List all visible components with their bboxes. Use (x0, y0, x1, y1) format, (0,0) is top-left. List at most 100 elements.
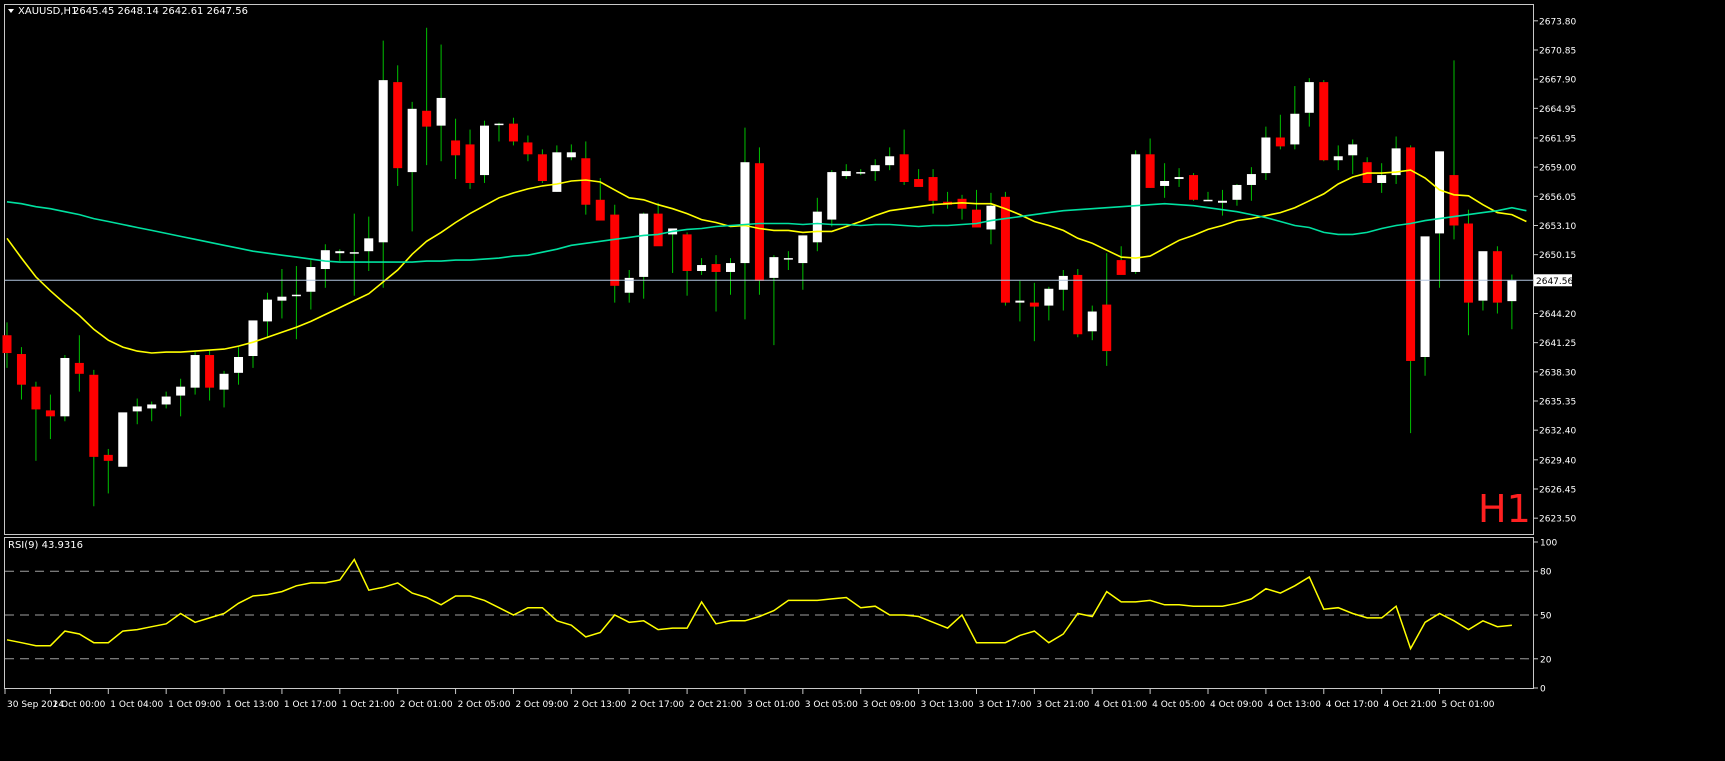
candle-body-bear (1275, 137, 1285, 147)
candle-body-bull (1348, 144, 1358, 156)
candle-body-bull (1478, 251, 1488, 301)
candle-body-bull (1246, 174, 1256, 185)
candle-body-bull (190, 355, 200, 388)
candle-body-bull (118, 412, 128, 467)
chart-window[interactable]: 2673.80 2670.85 2667.90 2664.95 2661.95 2659.… (0, 0, 1725, 757)
time-tick-label: 4 Oct 01:00 (1094, 700, 1147, 710)
time-tick-label: 2 Oct 21:00 (689, 700, 742, 710)
candle-body-bull (480, 125, 490, 176)
candle-body-bull (234, 357, 244, 373)
rsi-tick-label: 80 (1540, 568, 1552, 578)
price-tick-label: 2629.40 (1539, 456, 1576, 466)
price-tick-label: 2664.95 (1539, 105, 1576, 115)
price-tick-label: 2650.15 (1539, 251, 1576, 261)
rsi-label: RSI(9) 43.9316 (8, 540, 83, 551)
price-tick-label: 2635.35 (1539, 398, 1576, 408)
candle-body-bear (754, 163, 764, 281)
candle-body-bull (147, 404, 157, 409)
main-chart-frame (4, 4, 1534, 535)
chart-canvas[interactable]: 2673.80 2670.85 2667.90 2664.95 2661.95 2659.… (0, 0, 1725, 757)
candle-body-bull (697, 265, 707, 271)
candle-body-bull (262, 299, 272, 322)
candle-body-bull (870, 165, 880, 172)
price-tick-label: 2644.20 (1539, 310, 1576, 320)
time-tick-label: 3 Oct 13:00 (921, 700, 974, 710)
candle-body-bear (103, 454, 113, 461)
candle-body-bull (639, 213, 649, 277)
time-tick-label: 1 Oct 04:00 (110, 700, 163, 710)
symbol-label: XAUUSD,H1 (18, 6, 77, 17)
candle-body-bear (610, 214, 620, 286)
candle-body-bear (1073, 274, 1083, 335)
ma-slow-line (6, 201, 1527, 263)
candle-body-bull (1420, 236, 1430, 357)
candle-body-bear (899, 154, 909, 182)
rsi-tick-label: 0 (1540, 685, 1546, 695)
candle-body-bull (378, 80, 388, 243)
candle-body-bear (1189, 175, 1199, 200)
candle-body-bull (827, 172, 837, 220)
candle-body-bear (971, 209, 981, 228)
time-tick-label: 1 Oct 21:00 (342, 700, 395, 710)
candle-body-bear (451, 140, 461, 156)
candle-body-bear (1000, 196, 1010, 303)
candle-body-bull (783, 258, 793, 260)
time-tick-label: 4 Oct 13:00 (1268, 700, 1321, 710)
rsi-tick-label: 50 (1540, 612, 1552, 622)
time-tick-label: 3 Oct 01:00 (747, 700, 800, 710)
candle-body-bull (841, 171, 851, 177)
rsi-tick-label: 20 (1540, 655, 1552, 665)
candle-body-bull (1160, 181, 1170, 186)
time-tick-label: 4 Oct 09:00 (1210, 700, 1263, 710)
price-tick-label: 2623.50 (1539, 515, 1576, 525)
candle-body-bear (89, 374, 99, 457)
time-tick-label: 4 Oct 17:00 (1326, 700, 1379, 710)
current-price-label: 2647.56 (1536, 277, 1573, 287)
price-tick-label: 2667.90 (1539, 76, 1576, 86)
candle-body-bull (1015, 300, 1025, 303)
candle-body-bull (1290, 113, 1300, 145)
candle-body-bear (393, 82, 403, 169)
candle-body-bear (1145, 154, 1155, 188)
price-tick-label: 2653.10 (1539, 222, 1576, 232)
time-tick-label: 2 Oct 17:00 (631, 700, 684, 710)
symbol-dropdown-icon[interactable] (8, 9, 14, 13)
rsi-line (6, 558, 1512, 651)
candle-body-bull (219, 373, 229, 390)
price-tick-label: 2632.40 (1539, 427, 1576, 437)
time-tick-label: 3 Oct 17:00 (978, 700, 1031, 710)
candle-body-bear (914, 179, 924, 187)
time-tick-label: 3 Oct 21:00 (1036, 700, 1089, 710)
candle-body-bull (494, 123, 504, 126)
candle-body-bear (16, 354, 26, 385)
candle-body-bull (176, 386, 186, 396)
candle-body-bull (740, 162, 750, 264)
candle-body-bull (436, 97, 446, 126)
candle-body-bull (812, 211, 822, 243)
price-axis: 2673.80 2670.85 2667.90 2664.95 2661.95 2659.… (1534, 17, 1576, 525)
candle-body-bear (74, 362, 84, 374)
candle-body-bear (1102, 304, 1112, 352)
price-tick-label: 2661.95 (1539, 134, 1576, 144)
candle-body-bull (248, 320, 258, 357)
time-axis: 30 Sep 20241 Oct 00:00 1 Oct 04:00 1 Oct 0… (4, 689, 1495, 710)
candle-body-bull (1435, 151, 1445, 234)
ma-fast-line (6, 169, 1527, 354)
time-tick-label: 4 Oct 21:00 (1384, 700, 1437, 710)
candle-body-bull (1232, 184, 1242, 200)
rsi-tick-label: 100 (1540, 539, 1557, 549)
candle-body-bull (1304, 82, 1314, 113)
time-tick-label: 5 Oct 01:00 (1442, 700, 1495, 710)
candle-body-bear (205, 355, 215, 388)
timeframe-watermark: H1 (1478, 487, 1531, 531)
candle-body-bull (1261, 137, 1271, 174)
candle-body-bear (1449, 175, 1459, 226)
candle-body-bear (928, 177, 938, 201)
candle-body-bull (132, 406, 142, 412)
time-tick-label: 3 Oct 05:00 (805, 700, 858, 710)
candle-body-bear (465, 144, 475, 183)
candle-body-bull (1377, 175, 1387, 183)
candle-body-bull (1131, 154, 1141, 272)
time-tick-label: 1 Oct 17:00 (284, 700, 337, 710)
rsi-axis: 100 80 50 20 0 (1534, 539, 1557, 695)
